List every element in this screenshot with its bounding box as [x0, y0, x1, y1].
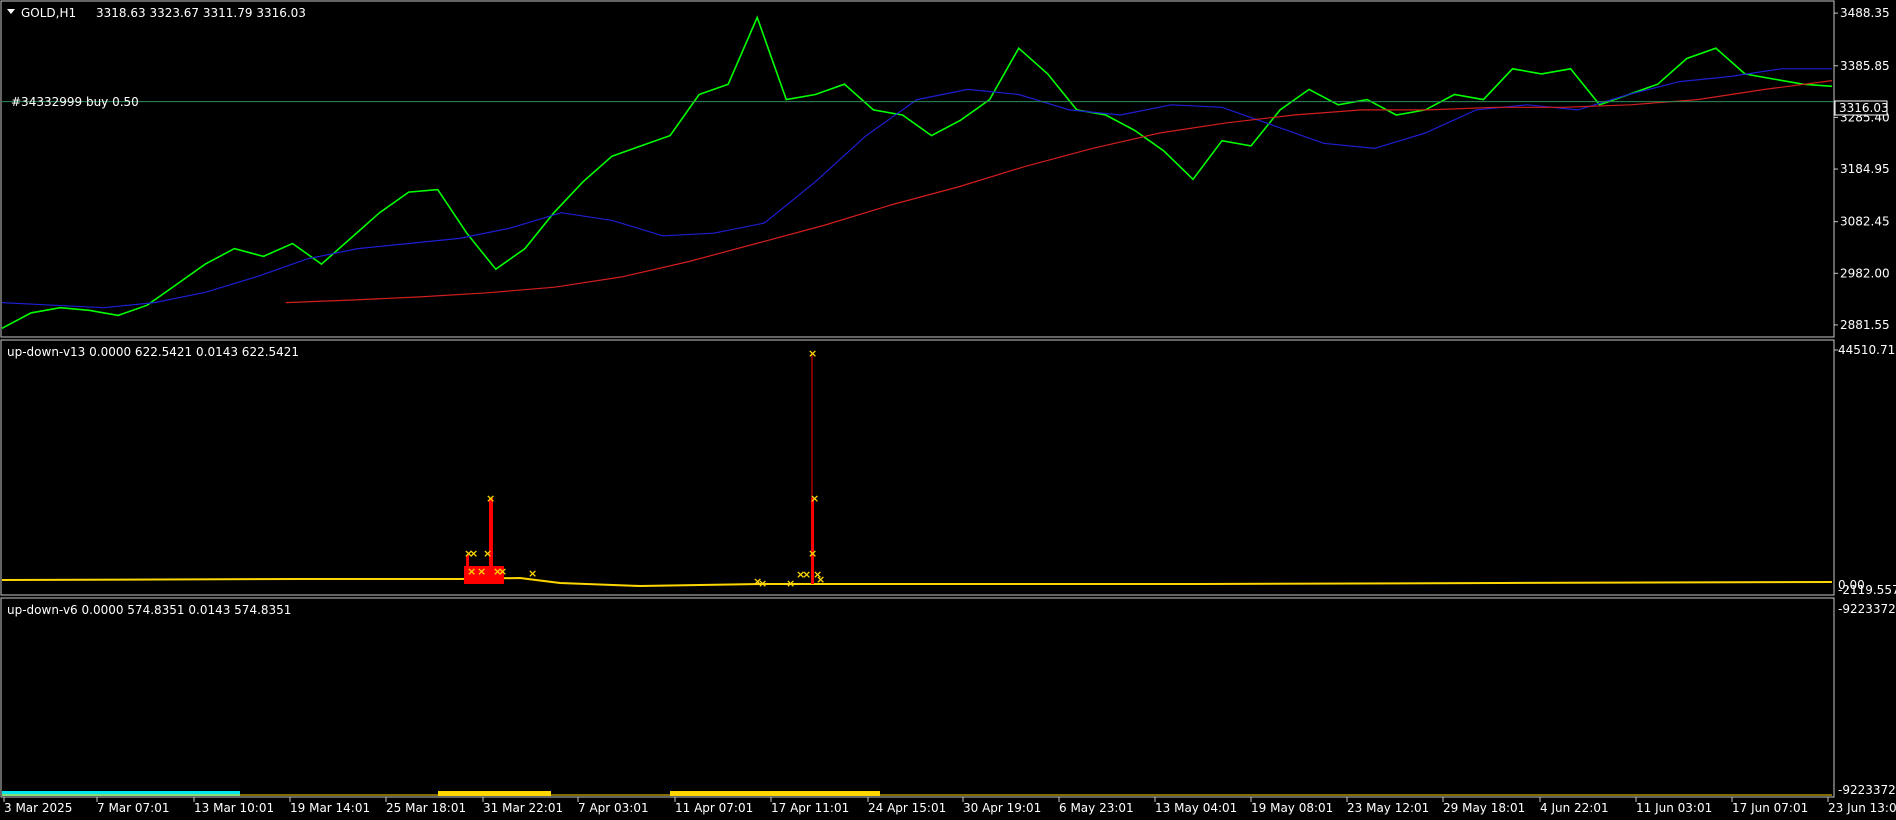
time-tick-label: 29 May 18:01 [1443, 801, 1525, 815]
indicator-v13-cross-marker: × [808, 347, 817, 360]
indicator-v13-tick-bottom: -2119.5579 [1838, 583, 1896, 597]
indicator-v6-label: up-down-v6 0.0000 574.8351 0.0143 574.83… [7, 603, 291, 617]
time-tick-label: 6 May 23:01 [1059, 801, 1134, 815]
time-tick-label: 13 Mar 10:01 [194, 801, 274, 815]
time-tick-label: 19 Mar 14:01 [290, 801, 370, 815]
indicator-v6-tick-bottom: -92233720 [1838, 783, 1896, 797]
price-tick-label: 2881.55 [1840, 318, 1890, 332]
symbol-label: GOLD,H1 [21, 6, 76, 20]
time-tick-label: 24 Apr 15:01 [868, 801, 946, 815]
price-tick-label: 2982.00 [1840, 266, 1890, 280]
time-tick-label: 23 Jun 13:01 [1828, 801, 1896, 815]
indicator-v13-cross-marker: × [758, 577, 767, 590]
trading-chart: #34332999 buy 0.50 GOLD,H1 3318.63 3323.… [0, 0, 1896, 820]
price-tick-label: 3184.95 [1840, 162, 1890, 176]
indicator-v13-cross-marker: × [469, 547, 478, 560]
indicator-v13-cross-marker: × [486, 492, 495, 505]
indicator-v13-cross-marker: × [498, 565, 507, 578]
price-tick-label: 3488.35 [1840, 6, 1890, 20]
time-tick-label: 13 May 04:01 [1155, 801, 1237, 815]
price-tick-label: 3082.45 [1840, 215, 1890, 229]
order-label: #34332999 buy 0.50 [11, 95, 139, 109]
indicator-v13-cross-marker: × [802, 568, 811, 581]
time-tick-label: 19 May 08:01 [1251, 801, 1333, 815]
time-tick-label: 7 Mar 07:01 [97, 801, 170, 815]
time-tick-label: 7 Apr 03:01 [578, 801, 649, 815]
indicator-v13-cross-marker: × [808, 547, 817, 560]
indicator-v6-tick-top: -92233720 [1838, 602, 1896, 616]
indicator-v13-cross-marker: × [816, 573, 825, 586]
ohlc-label: 3318.63 3323.67 3311.79 3316.03 [96, 6, 306, 20]
time-tick-label: 3 Mar 2025 [4, 801, 72, 815]
indicator-v13-label: up-down-v13 0.0000 622.5421 0.0143 622.5… [7, 345, 299, 359]
time-tick-label: 4 Jun 22:01 [1540, 801, 1609, 815]
time-tick-label: 23 May 12:01 [1347, 801, 1429, 815]
time-tick-label: 17 Apr 11:01 [771, 801, 849, 815]
time-tick-label: 11 Jun 03:01 [1636, 801, 1712, 815]
indicator-v13-cross-marker: × [528, 567, 537, 580]
indicator-v13-cross-marker: × [786, 577, 795, 590]
time-tick-label: 25 Mar 18:01 [386, 801, 466, 815]
indicator-v13-cross-marker: × [477, 565, 486, 578]
indicator-v13-cross-marker: × [467, 565, 476, 578]
time-tick-label: 11 Apr 07:01 [675, 801, 753, 815]
current-price-label: 3316.03 [1839, 101, 1889, 115]
time-tick-label: 31 Mar 22:01 [483, 801, 563, 815]
time-tick-label: 17 Jun 07:01 [1732, 801, 1808, 815]
price-tick-label: 3385.85 [1840, 59, 1890, 73]
indicator-v13-cross-marker: × [483, 547, 492, 560]
indicator-v13-tick-top: 44510.716 [1838, 343, 1896, 357]
indicator-v13-cross-marker: × [810, 492, 819, 505]
time-tick-label: 30 Apr 19:01 [963, 801, 1041, 815]
